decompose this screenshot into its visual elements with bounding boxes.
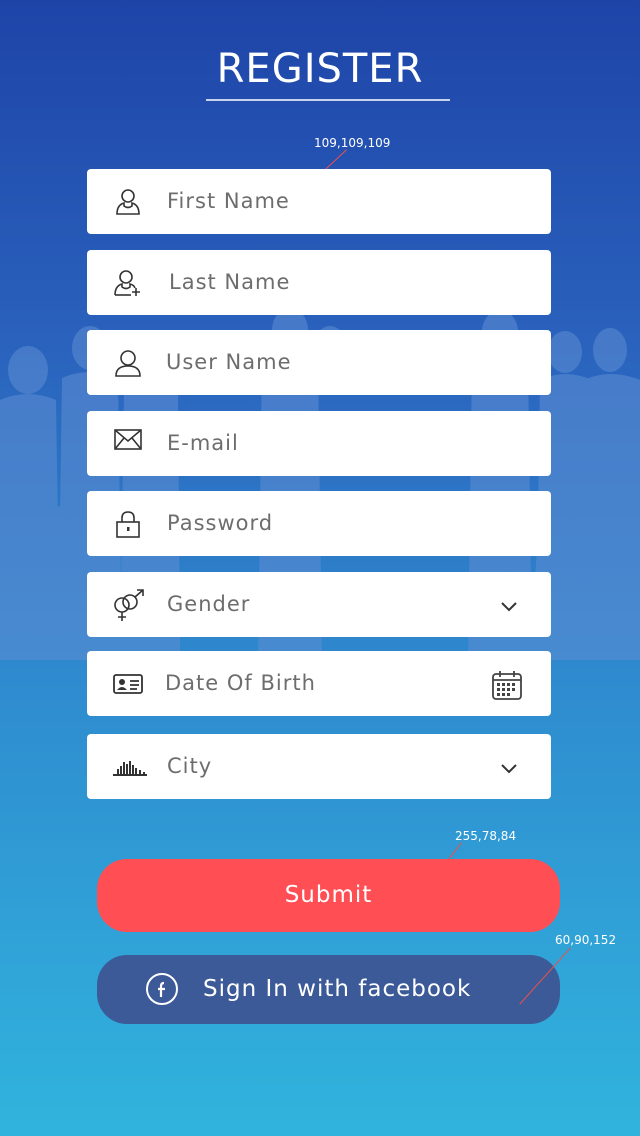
password-field[interactable]: Password (87, 491, 551, 556)
first-name-field[interactable]: First Name (87, 169, 551, 234)
calendar-icon[interactable] (491, 669, 523, 701)
email-placeholder: E-mail (167, 431, 239, 455)
chevron-down-icon (499, 758, 519, 778)
email-field[interactable]: E-mail (87, 411, 551, 476)
annotation-field-text-color: 109,109,109 (314, 136, 391, 150)
facebook-icon (145, 972, 179, 1006)
page-title: REGISTER (216, 46, 424, 92)
gender-placeholder: Gender (167, 592, 251, 616)
user-add-icon (113, 268, 143, 298)
facebook-button-label: Sign In with facebook (203, 976, 472, 1002)
first-name-placeholder: First Name (167, 189, 290, 213)
password-placeholder: Password (167, 511, 274, 535)
annotation-submit-color: 255,78,84 (455, 829, 517, 843)
user-name-field[interactable]: User Name (87, 330, 551, 395)
city-placeholder: City (167, 754, 213, 778)
lock-icon (113, 509, 143, 539)
submit-button-label: Submit (284, 882, 373, 908)
last-name-field[interactable]: Last Name (87, 250, 551, 315)
date-of-birth-field[interactable]: Date Of Birth (87, 651, 551, 716)
date-of-birth-placeholder: Date Of Birth (165, 671, 316, 695)
user-icon (113, 187, 143, 217)
annotation-facebook-color: 60,90,152 (555, 933, 617, 947)
city-select[interactable]: City (87, 734, 551, 799)
envelope-icon (113, 425, 143, 455)
title-underline (206, 99, 450, 101)
submit-button[interactable]: Submit (97, 859, 560, 932)
city-skyline-icon (113, 752, 147, 782)
facebook-sign-in-button[interactable]: Sign In with facebook (97, 955, 560, 1024)
last-name-placeholder: Last Name (169, 270, 291, 294)
gender-icon (111, 588, 145, 622)
gender-select[interactable]: Gender (87, 572, 551, 637)
user-name-placeholder: User Name (166, 350, 292, 374)
chevron-down-icon (499, 596, 519, 616)
id-card-icon (113, 669, 143, 699)
user-outline-icon (113, 348, 143, 378)
